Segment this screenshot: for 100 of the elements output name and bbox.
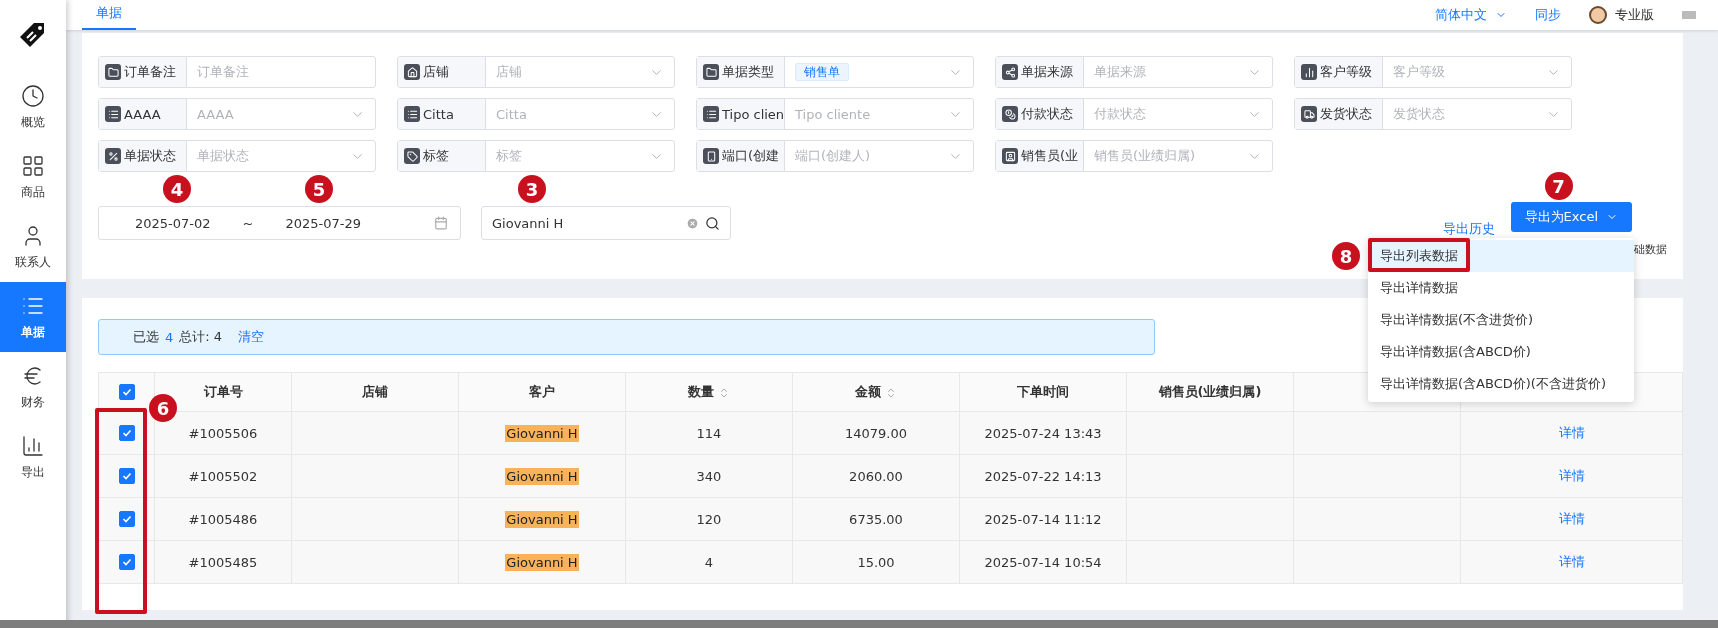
selection-total: 总计: 4 [179, 328, 223, 346]
grid-icon [21, 153, 45, 178]
filter-field[interactable]: 端口(创建 端口(创建人) [696, 140, 974, 172]
checkbox[interactable] [118, 425, 135, 442]
calendar-icon [434, 216, 448, 230]
filter-field[interactable]: 发货状态 发货状态 [1294, 98, 1572, 130]
checkmark-icon [121, 387, 132, 398]
column-header: 数量 [625, 372, 793, 412]
person-icon [1002, 148, 1018, 164]
sort-icon[interactable] [885, 386, 897, 399]
selected-tag: 销售单 [795, 62, 849, 81]
detail-link[interactable]: 详情 [1558, 468, 1585, 483]
annotation-marker: 4 [163, 175, 191, 203]
list-icon [404, 106, 420, 122]
filter-field[interactable]: 单据状态 单据状态 [98, 140, 376, 172]
table-cell: 2025-07-14 10:54 [959, 540, 1127, 584]
tab[interactable]: 单据 [82, 4, 136, 30]
sort-icon[interactable] [718, 386, 730, 399]
table-cell: Giovanni H [505, 553, 579, 571]
column-header: 店铺 [291, 372, 459, 412]
detail-link[interactable]: 详情 [1558, 511, 1585, 526]
filter-field[interactable]: AAAA AAAA [98, 98, 376, 130]
table-cell: 2060.00 [792, 454, 960, 498]
filter-field[interactable]: Citta Citta [397, 98, 675, 130]
filter-field[interactable]: Tipo clien Tipo cliente [696, 98, 974, 130]
clock-icon [21, 83, 45, 108]
table-cell: 4 [625, 540, 793, 584]
folder-icon [703, 64, 719, 80]
checkmark-icon [121, 471, 132, 482]
checkmark-icon [121, 514, 132, 525]
filter-field[interactable]: 店铺 店铺 [397, 56, 675, 88]
menu-item[interactable]: 导出详情数据(含ABCD价) [1368, 336, 1634, 368]
language-selector[interactable]: 简体中文 [1435, 6, 1507, 24]
clear-icon[interactable] [686, 216, 699, 230]
share-icon [1002, 64, 1018, 80]
selection-count: 4 [165, 329, 174, 345]
plan-label: 专业版 [1615, 6, 1654, 24]
filter-field[interactable]: 销售员(业 销售员(业绩归属) [995, 140, 1273, 172]
filter-field[interactable]: 单据来源 单据来源 [995, 56, 1273, 88]
option-label: 础数据 [1634, 242, 1667, 257]
table-cell: #1005502 [154, 454, 292, 498]
checkmark-icon [121, 428, 132, 439]
table-cell: 2025-07-14 11:12 [959, 497, 1127, 541]
filter-field[interactable]: 单据类型 销售单 [696, 56, 974, 88]
sidebar-item[interactable]: 商品 [0, 142, 66, 212]
column-header: 客户 [458, 372, 626, 412]
sidebar-item[interactable]: 概览 [0, 72, 66, 142]
avatar-icon[interactable] [1589, 6, 1607, 24]
export-history-link[interactable]: 导出历史 [1442, 220, 1495, 238]
column-header: 金额 [792, 372, 960, 412]
column-header: 下单时间 [959, 372, 1127, 412]
truck-icon [1301, 106, 1317, 122]
coins-icon [1002, 106, 1018, 122]
sync-link[interactable]: 同步 [1535, 6, 1561, 24]
menu-item[interactable]: 导出详情数据(不含进货价) [1368, 304, 1634, 336]
sidebar-item[interactable]: 单据 [0, 282, 66, 352]
checkmark-icon [121, 557, 132, 568]
table-cell: 114 [625, 411, 793, 455]
filter-field[interactable]: 标签 标签 [397, 140, 675, 172]
table-cell: 6735.00 [792, 497, 960, 541]
menu-item[interactable]: 导出详情数据 [1368, 272, 1634, 304]
table-cell: 340 [625, 454, 793, 498]
folder-icon [105, 64, 121, 80]
table-cell: #1005486 [154, 497, 292, 541]
checkbox[interactable] [118, 468, 135, 485]
annotation-marker: 7 [1544, 172, 1573, 200]
annotation-marker: 5 [305, 175, 333, 203]
sidebar-item[interactable]: 导出 [0, 422, 66, 492]
checkbox[interactable] [118, 554, 135, 571]
selection-label: 已选 [133, 328, 159, 346]
table-cell: Giovanni H [505, 424, 579, 442]
filter-field[interactable]: 付款状态 付款状态 [995, 98, 1273, 130]
clear-link[interactable]: 清空 [238, 328, 265, 346]
sidebar-item[interactable]: 财务 [0, 352, 66, 422]
filter-field[interactable]: 订单备注 订单备注 [98, 56, 376, 88]
table-cell: 14079.00 [792, 411, 960, 455]
table-cell: 120 [625, 497, 793, 541]
tag-icon [404, 148, 420, 164]
detail-link[interactable]: 详情 [1558, 554, 1585, 569]
list-icon [105, 106, 121, 122]
detail-link[interactable]: 详情 [1558, 425, 1585, 440]
phone-icon [703, 148, 719, 164]
annotation-marker: 8 [1332, 242, 1360, 270]
table-cell: 2025-07-22 14:13 [959, 454, 1127, 498]
table-cell: Giovanni H [505, 510, 579, 528]
sidebar-item[interactable]: 联系人 [0, 212, 66, 282]
column-header: 销售员(业绩归属) [1126, 372, 1294, 412]
checkbox[interactable] [118, 384, 135, 401]
table-cell: 2025-07-24 13:43 [959, 411, 1127, 455]
table-cell: 15.00 [792, 540, 960, 584]
checkbox[interactable] [118, 511, 135, 528]
menu-item[interactable]: 导出详情数据(含ABCD价)(不含进货价) [1368, 368, 1634, 400]
annotation-marker: 3 [518, 175, 546, 203]
bar-chart-icon [1301, 64, 1317, 80]
search-icon[interactable] [705, 215, 720, 231]
home-icon [404, 64, 420, 80]
table-cell: #1005485 [154, 540, 292, 584]
filter-field[interactable]: 客户等级 客户等级 [1294, 56, 1572, 88]
table-cell: Giovanni H [505, 467, 579, 485]
percent-icon [105, 148, 121, 164]
